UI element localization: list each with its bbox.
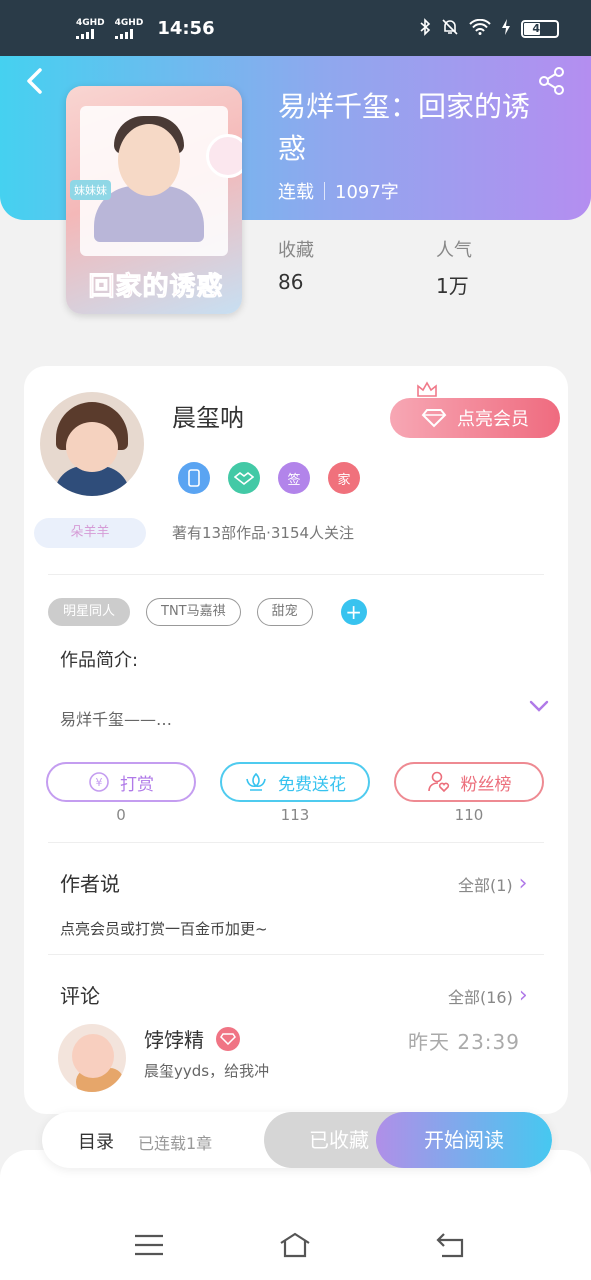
cover-title: 回家的诱惑	[88, 272, 224, 303]
diamond-icon	[421, 409, 447, 428]
signed-badge: 签	[278, 462, 310, 494]
vip-diamond-icon	[216, 1026, 240, 1051]
clock: 14:56	[157, 18, 215, 39]
divider	[48, 574, 544, 575]
comment-text: 晨玺yyds，给我冲	[144, 1062, 270, 1080]
crown-icon	[417, 381, 437, 397]
fan-count: 110	[454, 806, 484, 824]
free-flower-label: 免费送花	[278, 774, 346, 795]
home-icon[interactable]	[278, 1230, 312, 1260]
intro-label: 作品简介:	[60, 650, 139, 671]
author-says-text: 点亮会员或打赏一百金币加更~	[60, 920, 268, 938]
fan-ranking-label: 粉丝榜	[460, 774, 512, 795]
comments-more-link[interactable]: 全部(16) ›	[448, 984, 528, 1008]
chevron-down-icon[interactable]	[528, 698, 550, 714]
author-tagline: 朵羊羊	[34, 518, 146, 548]
battery-level: 49	[532, 22, 548, 35]
tag-chip[interactable]: TNT马嘉祺	[146, 598, 241, 626]
network-type-label: 4GHD	[76, 17, 105, 28]
battery-icon: 49	[521, 20, 559, 38]
tag-chip[interactable]: 明星同人	[48, 598, 131, 626]
author-info: 著有13部作品·3154人关注	[172, 524, 355, 542]
comment-time: 昨天 23:39	[408, 1030, 520, 1054]
favorites-value: 86	[278, 270, 304, 294]
back-button[interactable]	[22, 66, 48, 96]
author-badges: 签 家	[178, 462, 360, 494]
cover-tag: 妹妹妹	[70, 180, 111, 200]
back-nav-icon[interactable]	[434, 1230, 468, 1260]
chevron-right-icon: ›	[518, 983, 528, 1008]
handshake-badge-icon	[228, 462, 260, 494]
system-navigation-bar	[0, 1150, 591, 1280]
wifi-icon	[469, 18, 491, 39]
user-heart-icon	[427, 771, 449, 793]
tip-button[interactable]: ¥ 打赏	[46, 762, 196, 802]
commenter-name-text: 饽饽精	[144, 1028, 204, 1052]
phone-badge-icon	[178, 462, 210, 494]
author-avatar[interactable]	[40, 392, 144, 496]
bluetooth-icon	[419, 18, 431, 40]
intro-text: 易烊千玺——…	[60, 710, 173, 729]
popularity-label: 人气	[436, 240, 472, 261]
bottom-action-bar: 目录 已连载1章 已收藏 开始阅读	[42, 1112, 552, 1168]
fan-ranking-button[interactable]: 粉丝榜	[394, 762, 544, 802]
charging-icon	[501, 18, 511, 40]
network-type-label: 4GHD	[114, 17, 144, 28]
favorites-stat: 收藏 86	[278, 236, 314, 294]
free-flower-button[interactable]: 免费送花	[220, 762, 370, 802]
tip-label: 打赏	[120, 774, 154, 795]
favorites-label: 收藏	[278, 240, 314, 261]
flower-count: 113	[280, 806, 310, 824]
flower-icon	[246, 772, 266, 791]
share-button[interactable]	[537, 66, 567, 96]
back-arrow-icon	[27, 68, 42, 94]
popularity-stat: 人气 1万	[436, 236, 472, 299]
author-name[interactable]: 晨玺呐	[172, 398, 244, 433]
light-up-vip-button[interactable]: 点亮会员	[390, 398, 560, 438]
start-reading-button[interactable]: 开始阅读	[376, 1112, 552, 1168]
tag-list: 明星同人 TNT马嘉祺 甜宠 +	[48, 598, 367, 626]
author-says-more-label: 全部(1)	[458, 876, 513, 895]
mute-bell-icon	[441, 18, 459, 40]
commenter-avatar[interactable]	[58, 1024, 126, 1092]
divider	[48, 954, 544, 955]
book-meta: 连载 1097字	[278, 178, 399, 204]
commenter-name: 饽饽精	[144, 1024, 240, 1053]
divider	[48, 842, 544, 843]
comments-title: 评论	[60, 984, 100, 1008]
yen-coin-icon: ¥	[89, 772, 109, 792]
book-title: 易烊千玺：回家的诱惑	[278, 90, 531, 165]
add-tag-button[interactable]: +	[340, 599, 367, 625]
svg-text:¥: ¥	[96, 776, 103, 789]
author-says-more-link[interactable]: 全部(1) ›	[458, 872, 527, 896]
home-badge: 家	[328, 462, 360, 494]
vip-button-label: 点亮会员	[457, 409, 529, 430]
share-icon	[539, 67, 564, 95]
tag-chip[interactable]: 甜宠	[256, 598, 313, 626]
status-bar: 4GHD 4GHD 14:56 49	[0, 0, 591, 56]
chevron-right-icon: ›	[518, 871, 528, 896]
popularity-value: 1万	[436, 274, 469, 298]
book-cover[interactable]: 妹妹妹 回家的诱惑	[66, 86, 242, 314]
menu-icon[interactable]	[132, 1230, 166, 1260]
word-count: 1097字	[335, 182, 399, 203]
chapters-count: 已连载1章	[138, 1134, 213, 1153]
author-says-title: 作者说	[60, 872, 120, 896]
comments-more-label: 全部(16)	[448, 988, 513, 1007]
tip-count: 0	[116, 806, 126, 824]
signal-indicator-2: 4GHD	[114, 17, 144, 39]
toc-button[interactable]: 目录	[78, 1128, 114, 1154]
serial-status: 连载	[278, 182, 314, 203]
signal-indicator-1: 4GHD	[76, 17, 105, 39]
